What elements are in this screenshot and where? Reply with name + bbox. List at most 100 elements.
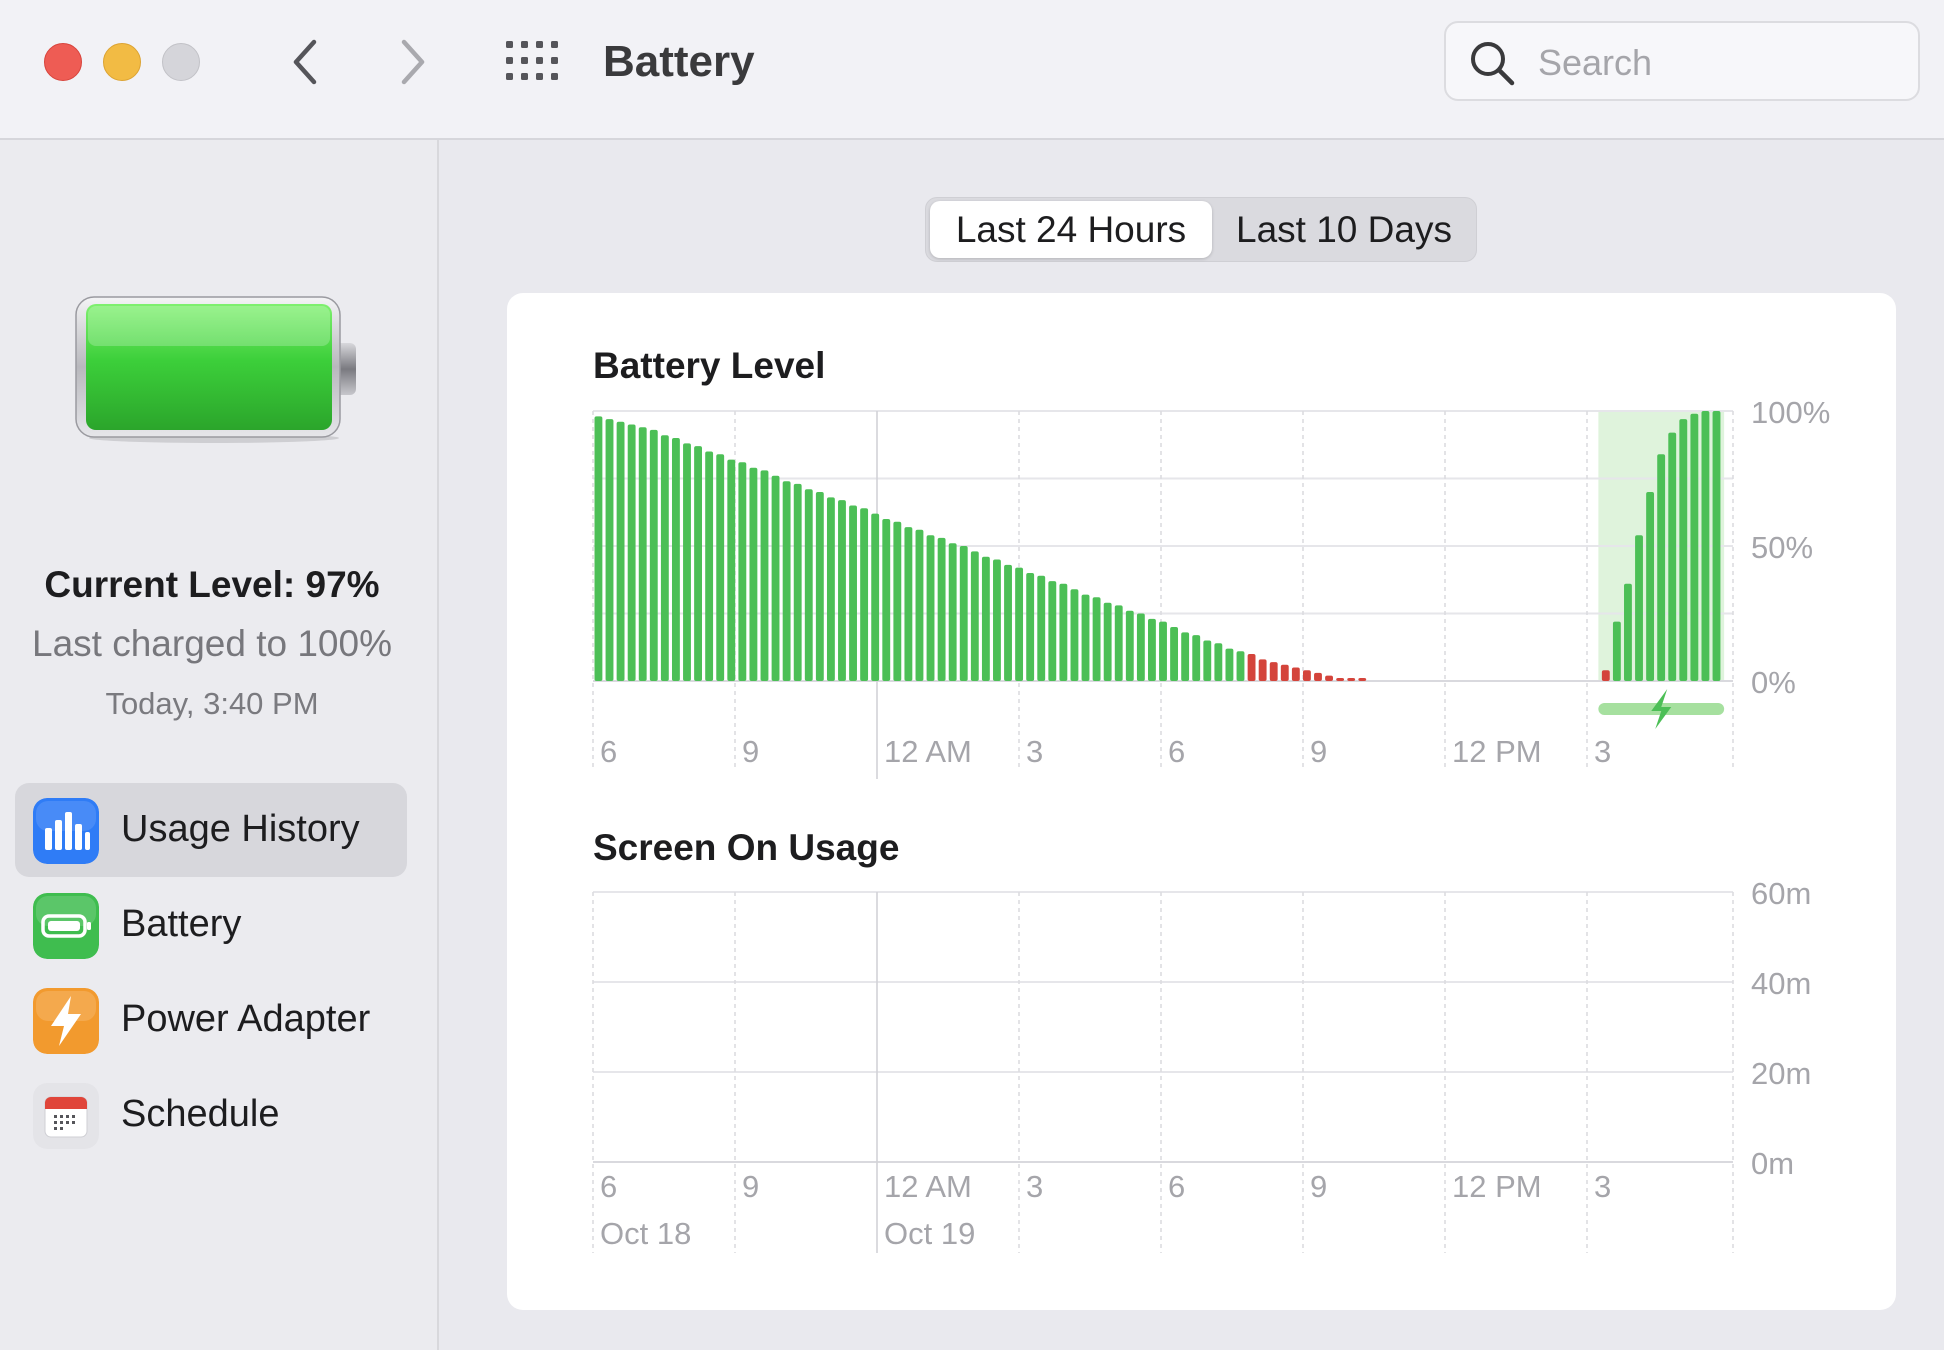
battery-level-bar [860, 508, 869, 681]
battery-level-bar [981, 556, 990, 681]
battery-level-bar [915, 529, 924, 681]
charged-time-text: Today, 3:40 PM [105, 686, 319, 721]
battery-level-bar [1258, 659, 1267, 681]
sidebar-item-label: Usage History [121, 808, 360, 850]
sidebar-item-label: Power Adapter [121, 998, 371, 1040]
screen-x-tick-label: 12 PM [1452, 1169, 1542, 1204]
battery-x-tick-label: 6 [1168, 734, 1185, 769]
battery-level-bar [1148, 618, 1156, 681]
battery-level-bar [926, 535, 935, 681]
chevron-right-icon [401, 39, 425, 85]
battery-level-bar [1690, 413, 1699, 681]
battery-level-bar [671, 438, 680, 681]
battery-level-bar [605, 419, 614, 681]
sidebar-item-schedule[interactable]: Schedule [15, 1068, 407, 1162]
battery-level-bar [1004, 564, 1012, 681]
search-field[interactable] [1444, 21, 1920, 101]
battery-level-bar [1114, 605, 1123, 681]
battery-level-bar [815, 492, 824, 681]
battery-level-bar [1125, 610, 1134, 681]
battery-level-bar [1601, 670, 1610, 681]
battery-level-bar [1159, 621, 1167, 681]
battery-x-tick-label: 3 [1594, 734, 1611, 769]
usage-charts: 100% 50% 0% 6 9 12 AM 3 6 9 12 PM 3 60m 40m 20m 0m 6 9 12… [592, 395, 1830, 1253]
battery-y-tick-label: 50% [1751, 530, 1813, 565]
battery-level-bar [1712, 411, 1721, 681]
calendar-icon [33, 1083, 99, 1149]
battery-level-bar [1701, 411, 1710, 681]
screen-x-tick-label: 9 [1310, 1169, 1327, 1204]
screen-date-label: Oct 18 [600, 1216, 691, 1251]
battery-level-bar [1059, 583, 1068, 681]
search-input[interactable] [1536, 37, 1900, 89]
battery-level-bar [683, 443, 691, 681]
screen-x-tick-label: 6 [600, 1169, 617, 1204]
battery-level-bar [826, 497, 835, 681]
battery-level-bar [1037, 575, 1046, 681]
tab-last-10-days[interactable]: Last 10 Days [1216, 201, 1472, 258]
battery-level-bar [738, 462, 747, 681]
screen-y-tick-label: 0m [1751, 1146, 1794, 1181]
battery-level-bar [904, 527, 913, 681]
show-all-button[interactable] [505, 40, 559, 82]
tab-last-24-hours[interactable]: Last 24 Hours [930, 201, 1212, 258]
battery-level-bar [1624, 583, 1632, 681]
battery-level-bar [1646, 492, 1655, 681]
battery-x-tick-label: 6 [600, 734, 617, 769]
zoom-window-button[interactable] [162, 43, 200, 81]
battery-level-bar [594, 416, 603, 681]
charging-bolt-icon [1651, 689, 1672, 729]
battery-x-tick-label: 9 [1310, 734, 1327, 769]
battery-x-tick-label: 12 PM [1452, 734, 1542, 769]
current-level-text: Current Level: 97% [44, 564, 380, 605]
battery-level-bar [1347, 678, 1356, 681]
battery-level-bar [1015, 567, 1024, 681]
battery-level-icon [75, 296, 356, 443]
sidebar-item-usage-history[interactable]: Usage History [15, 783, 407, 877]
battery-x-tick-label: 9 [742, 734, 759, 769]
battery-level-bar [649, 429, 658, 681]
battery-level-bar [694, 446, 702, 681]
battery-level-bar [705, 451, 714, 681]
screen-y-tick-label: 40m [1751, 966, 1811, 1001]
bar-chart-icon [33, 798, 99, 864]
minimize-window-button[interactable] [103, 43, 141, 81]
sidebar-item-label: Schedule [121, 1093, 280, 1135]
battery-level-bar [993, 559, 1001, 681]
battery-level-bar [771, 475, 780, 681]
sidebar-item-label: Battery [121, 903, 242, 945]
lightning-icon [33, 988, 99, 1054]
battery-level-bar [749, 467, 758, 681]
battery-x-tick-label: 12 AM [884, 734, 972, 769]
battery-level-bar [1181, 632, 1190, 681]
battery-level-bar [616, 421, 625, 681]
sidebar-item-power-adapter[interactable]: Power Adapter [15, 973, 407, 1067]
sidebar-item-battery[interactable]: Battery [15, 878, 407, 972]
battery-level-bar [1070, 589, 1079, 681]
battery-level-bar [1247, 654, 1256, 681]
screen-x-tick-label: 6 [1168, 1169, 1185, 1204]
battery-level-bar [893, 521, 902, 681]
chevron-left-icon [293, 39, 317, 85]
battery-level-bar [793, 483, 802, 681]
battery-level-bar [1026, 573, 1035, 681]
battery-level-bar [1336, 678, 1345, 681]
battery-level-bar [1092, 597, 1101, 681]
forward-button[interactable] [388, 34, 438, 90]
title-bar: Battery [0, 0, 1944, 140]
back-button[interactable] [280, 34, 330, 90]
battery-level-bar [1635, 535, 1643, 681]
battery-level-bar [1081, 594, 1090, 681]
battery-level-bar [1225, 648, 1234, 681]
battery-level-bar [1103, 602, 1112, 681]
battery-level-bar [782, 481, 791, 681]
battery-y-tick-label: 0% [1751, 665, 1796, 700]
battery-level-bar [1657, 454, 1666, 681]
battery-level-bar [838, 500, 846, 681]
close-window-button[interactable] [44, 43, 82, 81]
sidebar: Current Level: 97% Last charged to 100% … [0, 140, 439, 1350]
screen-y-tick-label: 60m [1751, 876, 1811, 911]
screen-x-tick-label: 3 [1594, 1169, 1611, 1204]
battery-level-bar [760, 470, 769, 681]
battery-level-bar [727, 459, 736, 681]
